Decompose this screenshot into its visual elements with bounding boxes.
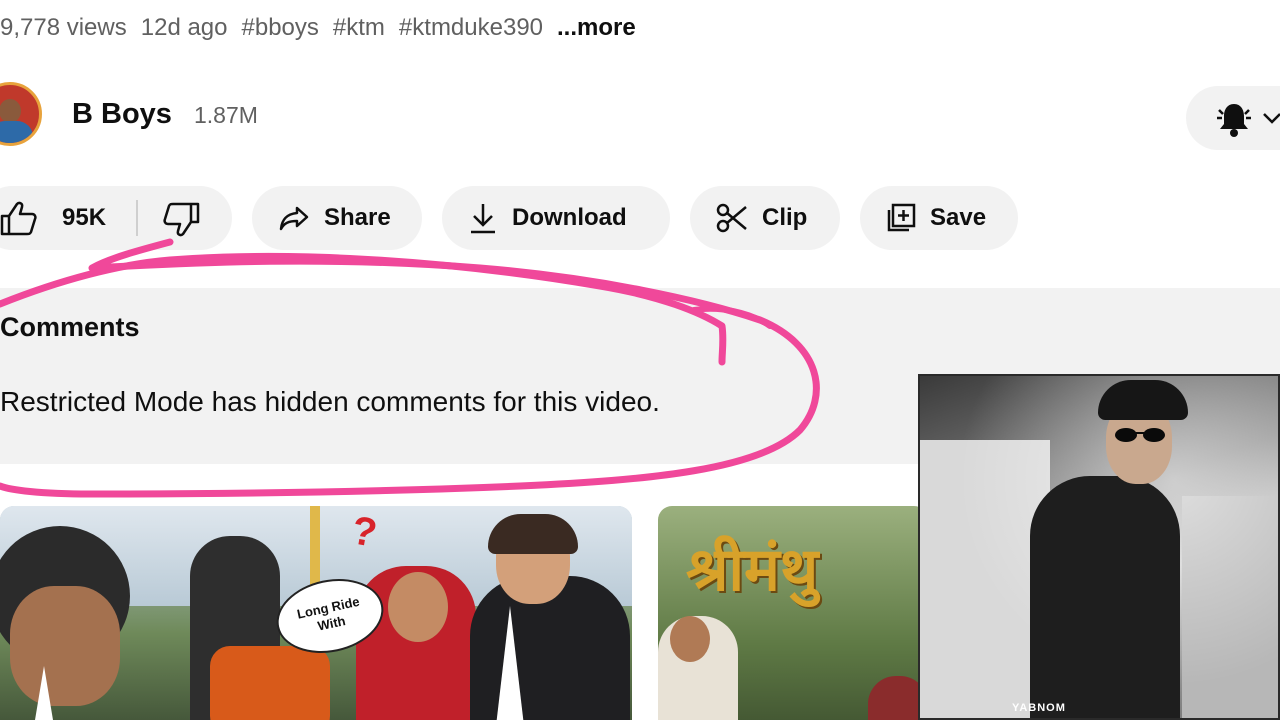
download-label: Download (512, 204, 627, 231)
overlay-watermark: YABNOM (1012, 702, 1066, 714)
like-divider (136, 200, 138, 236)
comments-title: Comments (0, 312, 140, 342)
view-count: 9,778 views (0, 14, 127, 41)
bell-icon (1217, 104, 1251, 137)
channel-row: B Boys 1.87M (0, 80, 1280, 152)
recommended-video-thumbnail-2[interactable]: श्रीमंथु (658, 506, 928, 720)
video-meta-line: 9,778 views 12d ago #bboys #ktm #ktmduke… (0, 10, 636, 46)
upload-age: 12d ago (140, 14, 228, 41)
thumbnail-motorcycle (210, 646, 330, 720)
notification-button[interactable] (1186, 86, 1280, 150)
avatar-face (0, 99, 21, 123)
like-count[interactable]: 95K (62, 204, 106, 232)
thumbnail-face (10, 586, 120, 706)
thumbnail-person-face (670, 616, 710, 662)
thumbs-up-icon[interactable] (0, 200, 38, 236)
hashtag-bboys[interactable]: #bboys (242, 14, 319, 42)
channel-avatar[interactable] (0, 82, 42, 146)
hashtag-ktm[interactable]: #ktm (333, 14, 385, 42)
save-button[interactable]: Save (860, 186, 1018, 250)
overlay-person-hair (1098, 380, 1188, 420)
save-label: Save (930, 204, 987, 231)
thumbnail-man-hair (488, 514, 578, 554)
thumbs-down-icon[interactable] (162, 202, 202, 238)
clip-label: Clip (762, 204, 808, 231)
hashtag-ktmduke390[interactable]: #ktmduke390 (399, 14, 543, 42)
chevron-down-icon (1263, 113, 1280, 124)
share-icon (278, 204, 310, 232)
restricted-mode-message: Restricted Mode has hidden comments for … (0, 386, 660, 417)
like-dislike-pill: 95K (0, 186, 232, 250)
share-button[interactable]: Share (252, 186, 422, 250)
channel-name[interactable]: B Boys (72, 98, 172, 131)
overlay-video[interactable]: YABNOM (918, 374, 1280, 720)
thumbnail-title-text: श्रीमंथु (686, 535, 819, 605)
recommended-video-thumbnail-1[interactable]: ? Long Ride With (0, 506, 632, 720)
subscriber-count: 1.87M (194, 102, 258, 128)
download-button[interactable]: Download (442, 186, 670, 250)
save-to-playlist-icon (886, 203, 916, 233)
overlay-person-body (1030, 476, 1180, 718)
thumbnail-arrow-graphic-2 (496, 606, 524, 720)
share-label: Share (324, 204, 391, 231)
thumbnail-woman-face (388, 572, 448, 642)
download-icon (468, 202, 498, 234)
thumbnail-arrow-graphic (34, 666, 54, 720)
avatar-body (0, 121, 33, 143)
clip-button[interactable]: Clip (690, 186, 840, 250)
scissors-icon (716, 203, 748, 233)
sunglasses-icon (1115, 428, 1165, 442)
more-link[interactable]: ...more (557, 14, 636, 42)
